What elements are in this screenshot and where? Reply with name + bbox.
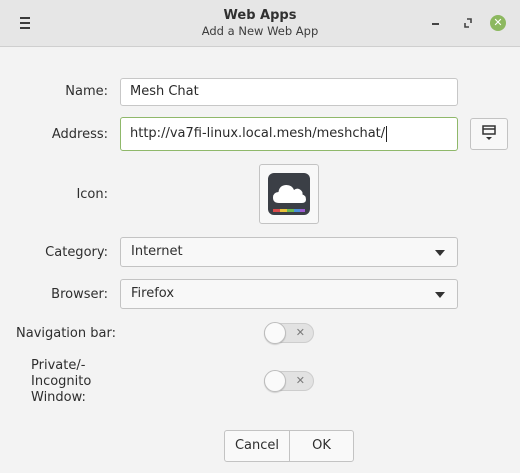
text-caret	[386, 125, 388, 142]
toggle-knob	[264, 370, 286, 392]
title-bar: Web Apps Add a New Web App ✕	[0, 0, 520, 47]
app-icon-button[interactable]	[259, 164, 319, 224]
browser-dropdown[interactable]: Firefox	[120, 279, 458, 309]
chevron-down-icon	[435, 250, 445, 256]
ok-button[interactable]: OK	[289, 430, 354, 462]
address-input[interactable]: http://va7fi-linux.local.mesh/meshchat/	[120, 117, 458, 151]
private-window-toggle[interactable]: ✕	[264, 370, 314, 392]
maximize-icon[interactable]	[458, 13, 478, 33]
icon-label: Icon:	[76, 187, 108, 202]
minimize-icon[interactable]	[426, 13, 446, 33]
navigation-bar-label: Navigation bar:	[16, 326, 116, 341]
download-favicon-button[interactable]	[470, 118, 508, 150]
address-label: Address:	[51, 127, 108, 142]
category-value: Internet	[131, 244, 183, 259]
chevron-down-icon	[435, 292, 445, 298]
private-label-line-3: Window:	[31, 390, 86, 405]
name-input[interactable]: Mesh Chat	[120, 78, 458, 106]
close-icon[interactable]: ✕	[490, 15, 506, 31]
browser-label: Browser:	[51, 287, 108, 302]
private-label-line-1: Private/-	[31, 358, 86, 373]
category-label: Category:	[45, 245, 108, 260]
address-text: http://va7fi-linux.local.mesh/meshchat/	[130, 126, 386, 141]
toggle-off-icon: ✕	[295, 374, 305, 387]
browser-value: Firefox	[131, 286, 175, 301]
cancel-button[interactable]: Cancel	[224, 430, 290, 462]
cloud-app-icon	[268, 173, 310, 215]
name-label: Name:	[65, 84, 108, 99]
category-dropdown[interactable]: Internet	[120, 237, 458, 267]
toggle-knob	[264, 322, 286, 344]
toggle-off-icon: ✕	[295, 326, 305, 339]
private-label-line-2: Incognito	[31, 374, 92, 389]
navigation-bar-toggle[interactable]: ✕	[264, 322, 314, 344]
download-favicon-icon	[482, 125, 496, 140]
private-window-label: Private/- Incognito Window:	[31, 358, 91, 406]
